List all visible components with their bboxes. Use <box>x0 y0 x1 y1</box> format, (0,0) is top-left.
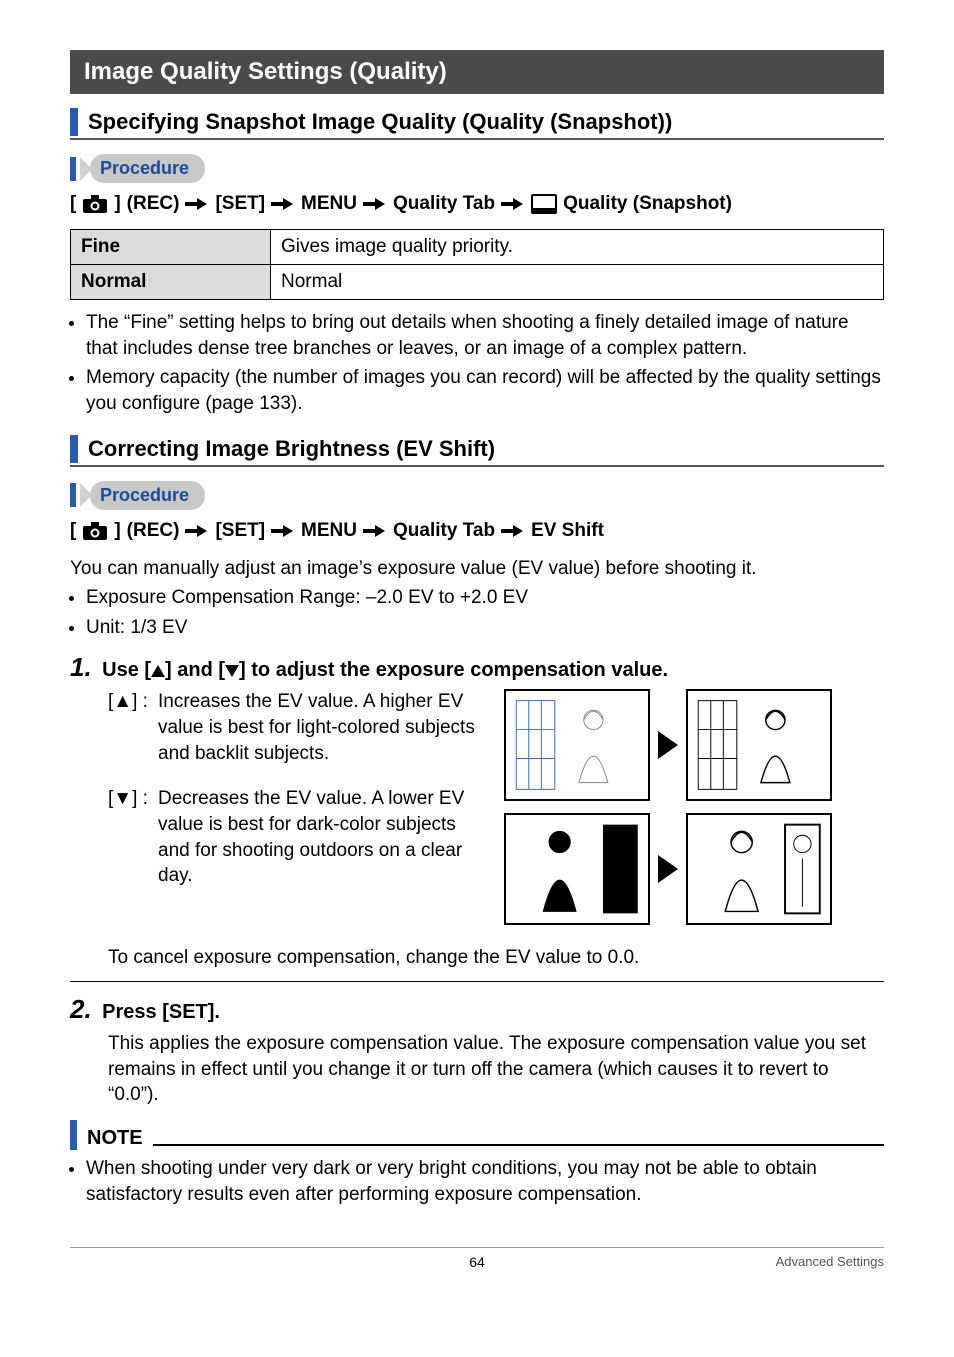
down-key-desc: Decreases the EV value. A lower EV value… <box>158 786 490 889</box>
note-header: NOTE <box>70 1120 884 1150</box>
list-item: Exposure Compensation Range: –2.0 EV to … <box>86 585 884 611</box>
divider <box>70 981 884 982</box>
procedure-path: [ ] (REC) [SET] MENU Quality Tab Quality… <box>70 193 884 215</box>
list-item: When shooting under very dark or very br… <box>86 1156 884 1207</box>
intro-text: You can manually adjust an image’s expos… <box>70 556 884 582</box>
notes-list: The “Fine” setting helps to bring out de… <box>70 310 884 417</box>
arrow-right-icon <box>658 731 678 759</box>
cell-normal-label: Normal <box>71 265 271 300</box>
arrow-right-icon <box>363 198 387 210</box>
crumb-quality-tab: Quality Tab <box>393 193 495 215</box>
step-1: 1. Use [ ] and [ ] to adjust the exposure … <box>70 652 884 683</box>
subsection-title: Specifying Snapshot Image Quality (Quali… <box>88 109 672 135</box>
list-item: Unit: 1/3 EV <box>86 615 884 641</box>
crumb-ev-shift: EV Shift <box>531 520 604 542</box>
arrow-right-icon <box>363 525 387 537</box>
text-fragment: ] and [ <box>165 659 225 681</box>
procedure-badge: Procedure <box>90 154 205 183</box>
step-2: 2. Press [SET]. <box>70 994 884 1025</box>
arrow-right-icon <box>501 198 525 210</box>
note-rule <box>153 1144 884 1146</box>
table-row: Fine Gives image quality priority. <box>71 230 884 265</box>
crumb-quality-snapshot: Quality (Snapshot) <box>563 193 732 215</box>
subsection-title: Correcting Image Brightness (EV Shift) <box>88 436 495 462</box>
step1-body: [▲] : Increases the EV value. A higher E… <box>108 689 884 937</box>
list-item: The “Fine” setting helps to bring out de… <box>86 310 884 361</box>
arrow-right-icon <box>658 855 678 883</box>
cell-normal-desc: Normal <box>271 265 884 300</box>
note-label: NOTE <box>87 1127 143 1150</box>
list-item: Memory capacity (the number of images yo… <box>86 365 884 416</box>
crumb-quality-tab: Quality Tab <box>393 520 495 542</box>
illustration-row-bright <box>504 689 884 801</box>
accent-bar-small <box>70 1120 77 1150</box>
up-key-row: [▲] : Increases the EV value. A higher E… <box>108 689 490 766</box>
camera-rec-icon <box>82 521 108 541</box>
accent-bar <box>70 108 78 136</box>
snapshot-icon <box>531 194 557 214</box>
quality-table: Fine Gives image quality priority. Norma… <box>70 229 884 300</box>
accent-bar <box>70 435 78 463</box>
illustration-corrected-dark <box>686 813 832 925</box>
close-bracket: ] <box>114 193 120 215</box>
table-row: Normal Normal <box>71 265 884 300</box>
close-bracket: ] <box>114 520 120 542</box>
illustration-underexposed <box>504 689 650 801</box>
crumb-rec: (REC) <box>127 193 180 215</box>
open-bracket: [ <box>70 193 76 215</box>
illustration-overexposed <box>504 813 650 925</box>
illustration-column <box>504 689 884 937</box>
subsection-header: Correcting Image Brightness (EV Shift) <box>70 435 884 467</box>
step-number: 2. <box>70 994 92 1024</box>
arrow-right-icon <box>185 198 209 210</box>
text-fragment: Use [ <box>102 659 151 681</box>
procedure-path: [ ] (REC) [SET] MENU Quality Tab EV Shif… <box>70 520 884 542</box>
step-number: 1. <box>70 652 92 682</box>
down-triangle-icon <box>225 665 239 677</box>
up-triangle-icon <box>151 665 165 677</box>
section-header: Image Quality Settings (Quality) <box>70 50 884 94</box>
procedure-label-row: Procedure <box>70 481 884 510</box>
camera-rec-icon <box>82 194 108 214</box>
arrow-right-icon <box>271 525 295 537</box>
down-key-row: [▼] : Decreases the EV value. A lower EV… <box>108 786 490 889</box>
subsection-header: Specifying Snapshot Image Quality (Quali… <box>70 108 884 140</box>
cancel-text: To cancel exposure compensation, change … <box>108 945 884 971</box>
page-footer: 64 Advanced Settings <box>70 1247 884 1270</box>
down-key-label: [▼] : <box>108 786 158 889</box>
accent-bar-small <box>70 483 76 507</box>
footer-section: Advanced Settings <box>776 1254 884 1269</box>
illustration-corrected-bright <box>686 689 832 801</box>
step-title: Use [ ] and [ ] to adjust the exposure com… <box>102 659 668 681</box>
note-list: When shooting under very dark or very br… <box>70 1156 884 1207</box>
page-number: 64 <box>469 1254 485 1270</box>
illustration-row-dark <box>504 813 884 925</box>
crumb-menu: MENU <box>301 193 357 215</box>
text-fragment: ] to adjust the exposure compensation va… <box>239 659 668 681</box>
crumb-set: [SET] <box>215 520 265 542</box>
accent-bar-small <box>70 157 76 181</box>
procedure-label-row: Procedure <box>70 154 884 183</box>
open-bracket: [ <box>70 520 76 542</box>
up-key-label: [▲] : <box>108 689 158 766</box>
crumb-menu: MENU <box>301 520 357 542</box>
step-title: Press [SET]. <box>102 1001 220 1023</box>
intro-bullets: Exposure Compensation Range: –2.0 EV to … <box>70 585 884 640</box>
arrow-right-icon <box>185 525 209 537</box>
cell-fine-desc: Gives image quality priority. <box>271 230 884 265</box>
arrow-right-icon <box>271 198 295 210</box>
up-key-desc: Increases the EV value. A higher EV valu… <box>158 689 490 766</box>
cell-fine-label: Fine <box>71 230 271 265</box>
procedure-badge: Procedure <box>90 481 205 510</box>
crumb-rec: (REC) <box>127 520 180 542</box>
crumb-set: [SET] <box>215 193 265 215</box>
arrow-right-icon <box>501 525 525 537</box>
step2-body: This applies the exposure compensation v… <box>108 1031 884 1108</box>
